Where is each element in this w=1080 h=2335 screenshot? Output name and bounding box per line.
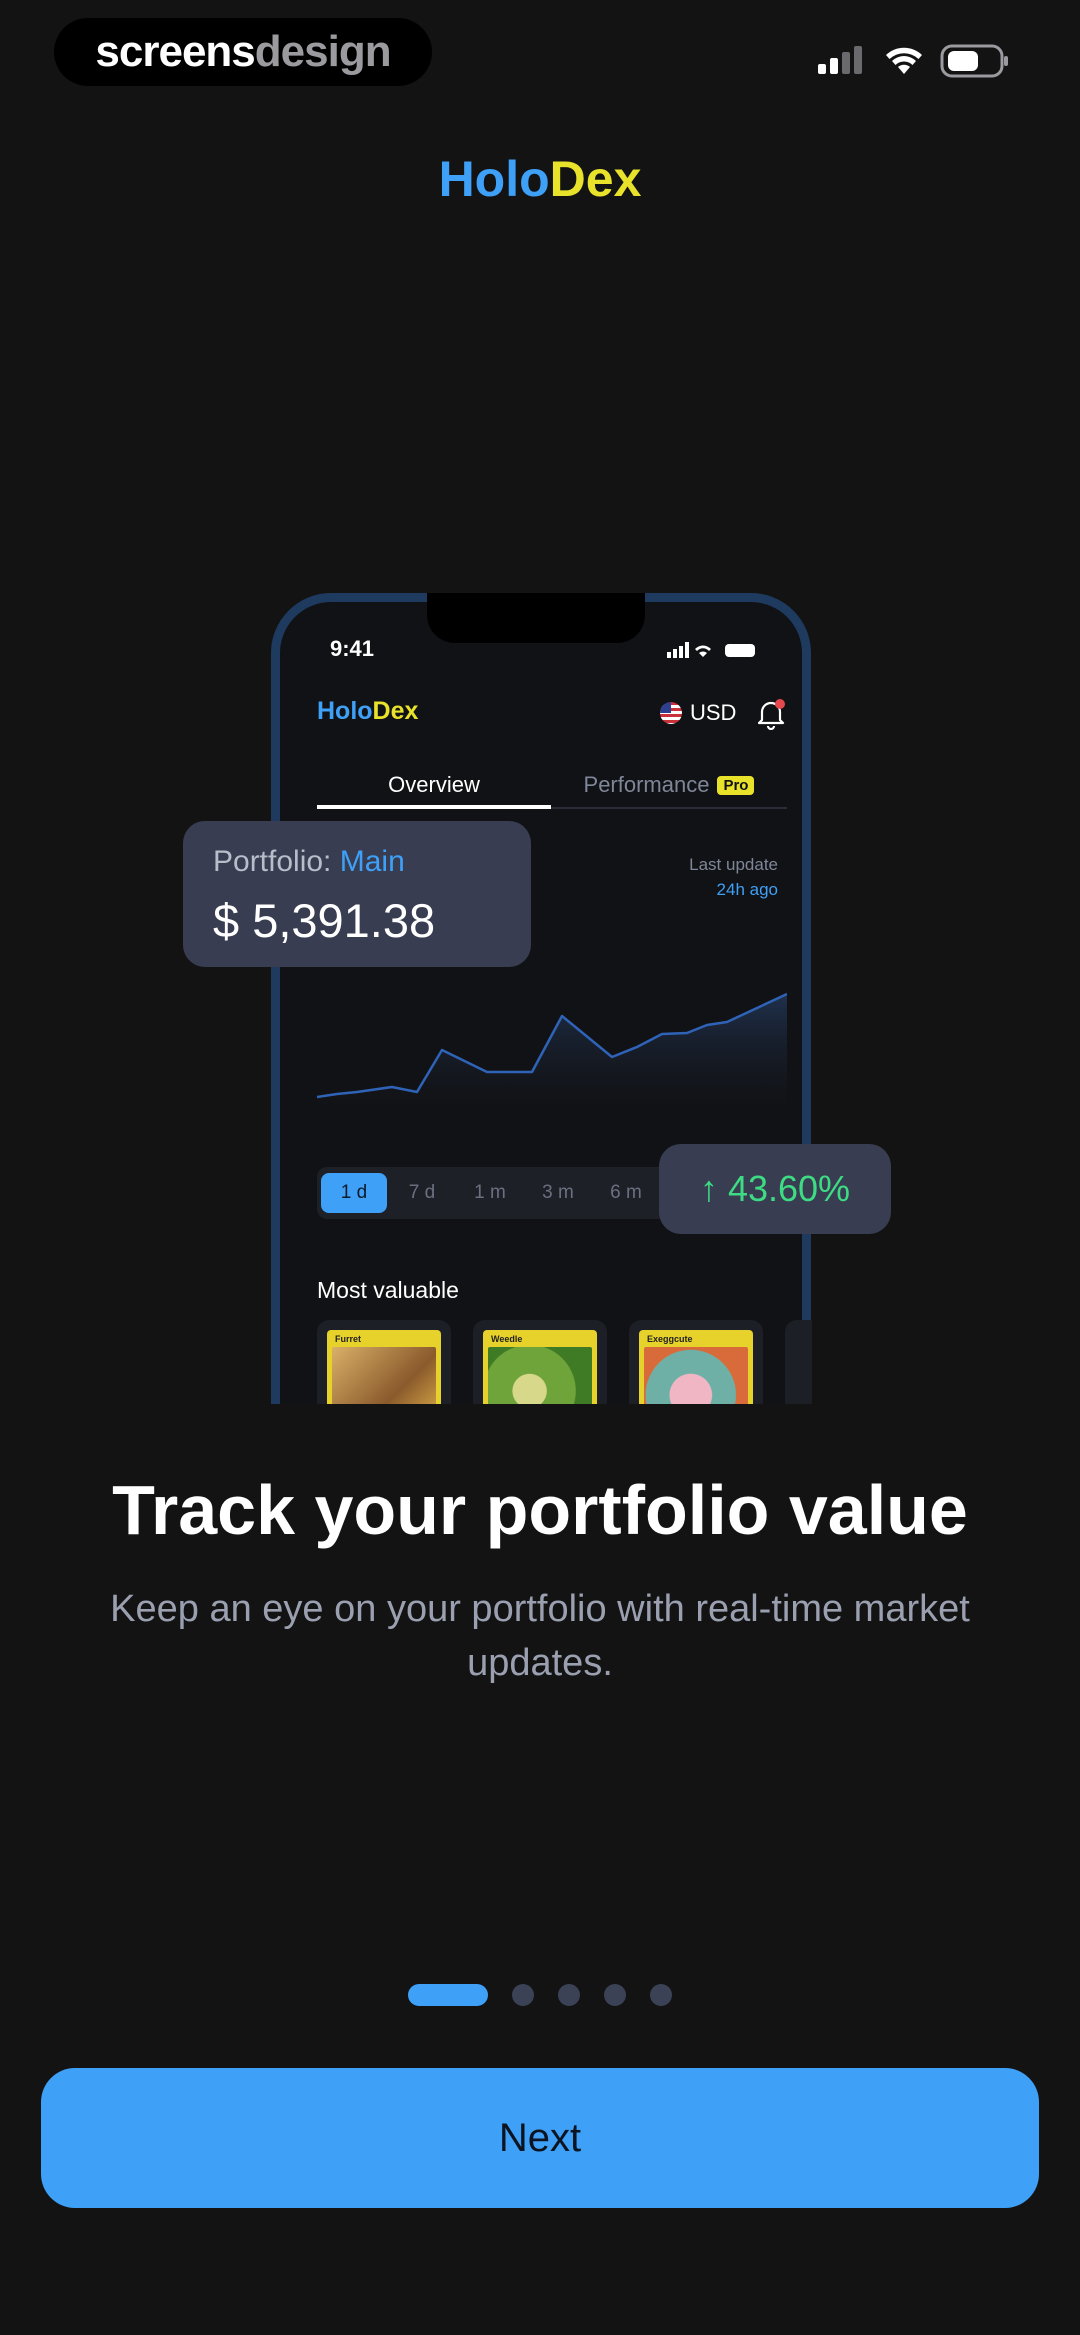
card-tile: Weedle: [473, 1320, 607, 1404]
page-dot: [558, 1984, 580, 2006]
next-button[interactable]: Next: [41, 2068, 1039, 2208]
onboarding-title: Track your portfolio value: [112, 1471, 968, 1549]
range-1m: 1 m: [474, 1182, 506, 1203]
arrow-up-icon: ↑: [699, 1168, 718, 1209]
range-6m: 6 m: [610, 1182, 642, 1203]
onboarding-subtitle: Keep an eye on your portfolio with real-…: [110, 1588, 970, 1684]
change-value: 43.60%: [727, 1168, 851, 1209]
page-dot: [604, 1984, 626, 2006]
range-7d: 7 d: [408, 1182, 436, 1203]
pro-badge: Pro: [717, 776, 755, 795]
tab-active-indicator: [317, 805, 551, 809]
wifi-icon: [886, 47, 922, 74]
card-tile: Exeggcute: [629, 1320, 763, 1404]
range-1d: 1 d: [321, 1173, 387, 1213]
mockup-status-icons: [667, 642, 755, 658]
card-image: Furret: [327, 1330, 441, 1404]
page-dot-active: [408, 1984, 488, 2006]
phone-notch: [427, 593, 645, 643]
phone-mockup: 9:41 HoloDex USD Overview Performance Pro…: [268, 590, 812, 1404]
range-selector: 1 d 7 d 1 m 3 m 6 m: [317, 1167, 692, 1219]
page-dot: [512, 1984, 534, 2006]
currency-selector: USD: [660, 700, 736, 726]
bell-icon: [757, 699, 785, 730]
mockup-logo: HoloDex: [317, 697, 419, 725]
card-tile: [785, 1320, 812, 1404]
mockup-tab-performance: Performance Pro: [551, 772, 787, 798]
page-dot: [650, 1984, 672, 2006]
signal-icon: [818, 46, 862, 74]
card-image: Weedle: [483, 1330, 597, 1404]
us-flag-icon: [660, 702, 682, 724]
portfolio-summary-card: Portfolio: Main $ 5,391.38: [183, 821, 531, 967]
most-valuable-heading: Most valuable: [317, 1277, 459, 1303]
change-badge: ↑ 43.60%: [659, 1144, 891, 1234]
portfolio-chart: [317, 992, 787, 1112]
portfolio-label: Portfolio: Main: [213, 845, 405, 878]
screensdesign-watermark: screens design: [54, 18, 432, 86]
last-update: Last update 24h ago: [689, 855, 778, 899]
phone-frame: 9:41 HoloDex USD Overview Performance Pro…: [271, 593, 812, 1404]
battery-icon: [940, 44, 1008, 78]
page-indicator: [0, 1984, 1080, 2006]
mockup-time: 9:41: [330, 636, 375, 661]
card-tile: Furret: [317, 1320, 451, 1404]
range-3m: 3 m: [542, 1182, 574, 1203]
mockup-tab-overview: Overview: [388, 772, 480, 797]
app-logo: HoloDex: [438, 151, 642, 207]
portfolio-value: $ 5,391.38: [213, 894, 436, 947]
card-image: Exeggcute: [639, 1330, 753, 1404]
